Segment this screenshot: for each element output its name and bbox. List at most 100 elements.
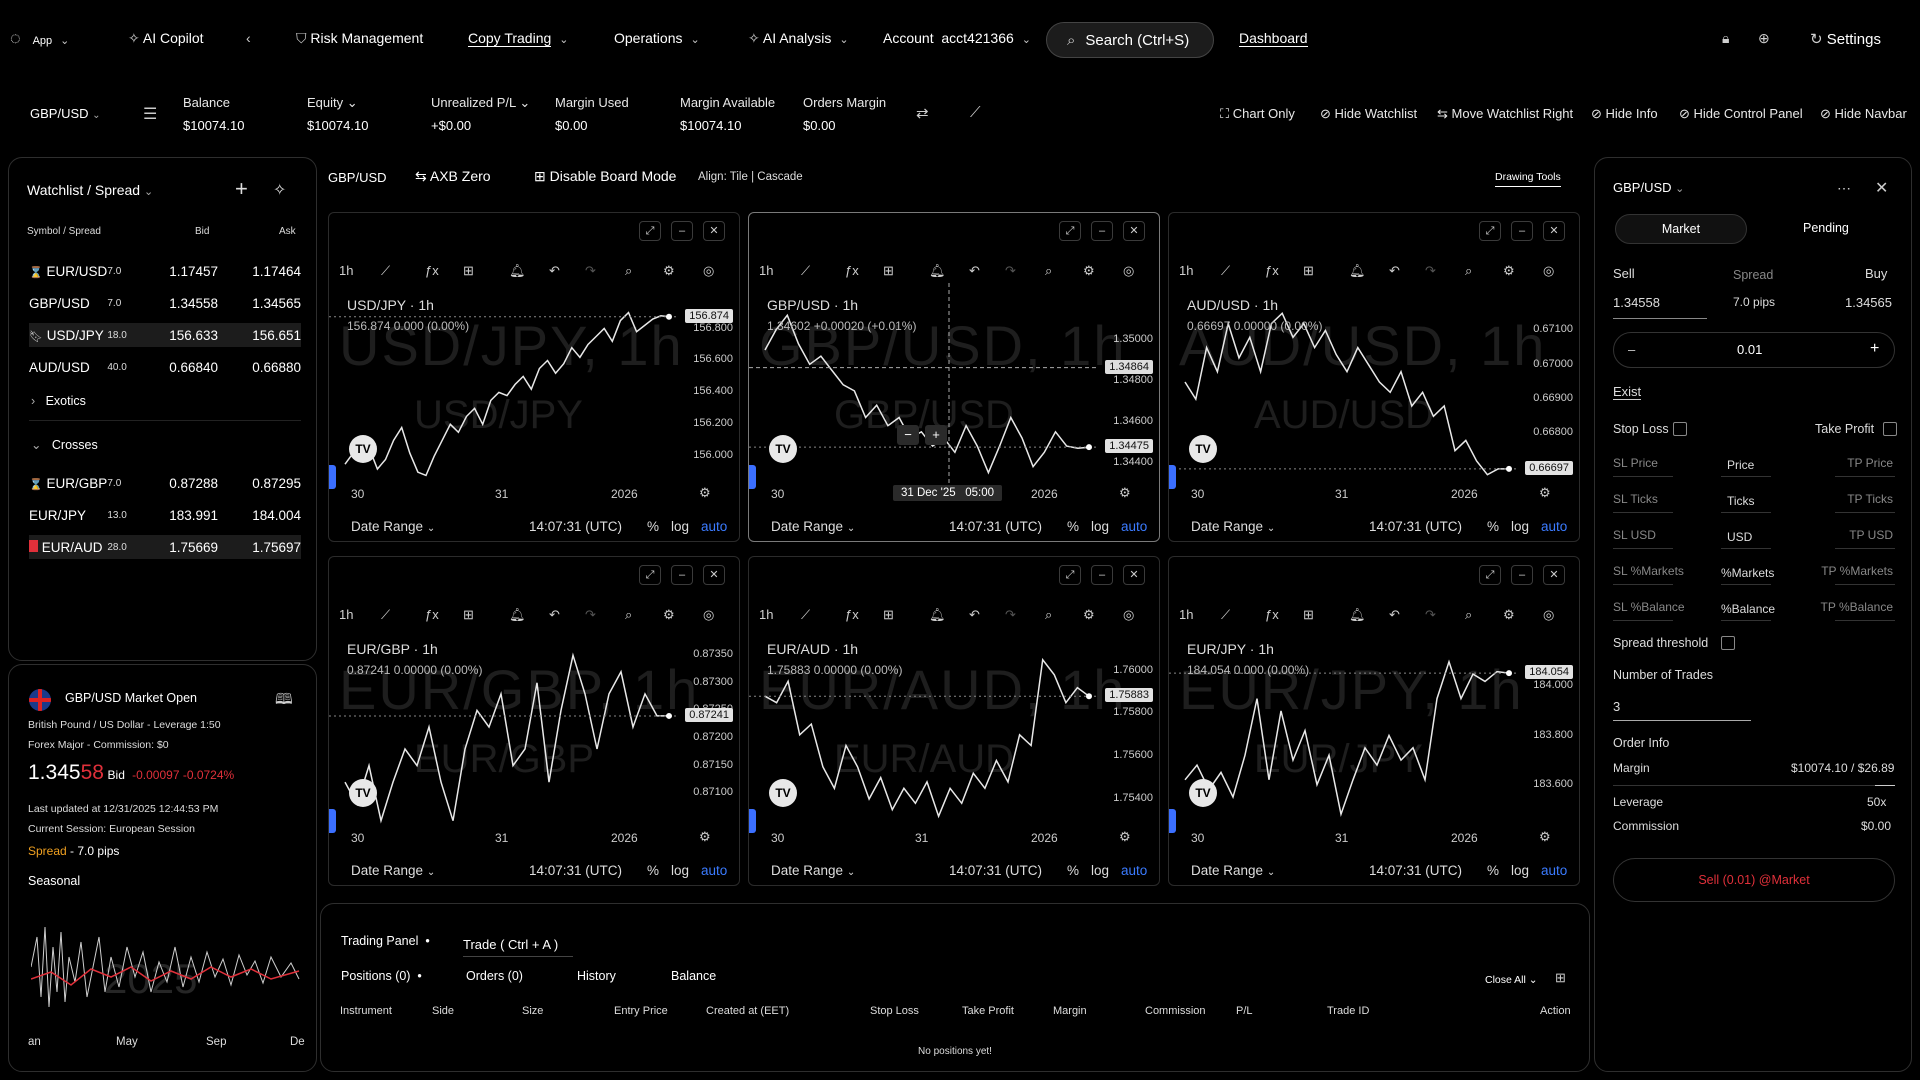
chart-cell[interactable]: ⤢ – ✕ 1h ⟋ ƒx ⊞ 🔔︎ ↶ ↷ ⌕ ⚙ ◎ AUD/USD, 1h AUD/USD … (1168, 212, 1580, 542)
percent-toggle[interactable]: % (647, 863, 659, 878)
unit-selector[interactable]: Ticks (1727, 494, 1755, 508)
align-cascade[interactable]: Cascade (757, 171, 802, 183)
stop-loss-checkbox[interactable] (1673, 422, 1687, 436)
trade-tab[interactable]: Trade ( Ctrl + A ) (463, 937, 573, 957)
sl-field[interactable]: SL Ticks (1613, 492, 1658, 506)
board-symbol[interactable]: GBP/USD (328, 170, 387, 185)
watchlist-row[interactable]: ⌛ EUR/GBP 7.0 0.87288 0.87295 (29, 471, 301, 495)
chart-settings-icon[interactable]: ⚙ (1539, 485, 1551, 501)
orders-tab[interactable]: Orders (0) (466, 969, 523, 983)
watchlist-row[interactable]: EUR/AUD 28.0 1.75669 1.75697 (29, 535, 301, 559)
auto-toggle[interactable]: auto (701, 863, 727, 878)
app-menu[interactable]: ◌ App ⌄ (10, 28, 69, 49)
drawing-sidebar-tab[interactable] (1169, 809, 1176, 833)
buy-price[interactable]: 1.34565 (1845, 295, 1892, 310)
spread-threshold-checkbox[interactable] (1721, 636, 1735, 650)
order-symbol-selector[interactable]: GBP/USD ⌄ (1613, 180, 1684, 195)
hide-control-panel-button[interactable]: ⊘ Hide Control Panel (1679, 106, 1803, 122)
tp-field[interactable]: TP USD (1849, 528, 1893, 542)
upl-label[interactable]: Unrealized P/L ⌄ (431, 95, 530, 111)
close-icon[interactable]: ✕ (1875, 178, 1888, 198)
log-toggle[interactable]: log (671, 519, 689, 534)
hide-navbar-button[interactable]: ⊘ Hide Navbar (1820, 106, 1907, 122)
tradingview-logo[interactable]: TV (349, 435, 377, 463)
submit-order-button[interactable]: Sell (0.01) @Market (1613, 858, 1895, 902)
lock-button[interactable]: 🔒︎ (1722, 30, 1729, 47)
log-toggle[interactable]: log (671, 863, 689, 878)
chart-settings-icon[interactable]: ⚙ (1119, 485, 1131, 501)
auto-toggle[interactable]: auto (1121, 519, 1147, 534)
move-watchlist-button[interactable]: ⇆ Move Watchlist Right (1437, 106, 1573, 122)
chart-only-button[interactable]: ⛶ Chart Only (1220, 106, 1295, 122)
exist-button[interactable]: Exist (1613, 384, 1642, 400)
filter-icon[interactable]: ☰ (143, 104, 157, 124)
zoom-out-button[interactable]: − (897, 425, 919, 445)
log-toggle[interactable]: log (1511, 519, 1529, 534)
watchlist-title[interactable]: Watchlist / Spread ⌄ (27, 182, 153, 198)
watchlist-row[interactable]: EUR/JPY 13.0 183.991 184.004 (29, 503, 301, 527)
tp-field[interactable]: TP Price (1847, 456, 1893, 470)
chart-icon[interactable]: ⟋ (970, 104, 981, 121)
tradingview-logo[interactable]: TV (349, 779, 377, 807)
sell-price[interactable]: 1.34558 (1613, 295, 1660, 310)
watchlist-row[interactable]: AUD/USD 40.0 0.66840 0.66880 (29, 355, 301, 379)
decrease-button[interactable]: – (1628, 342, 1635, 357)
auto-toggle[interactable]: auto (1541, 519, 1567, 534)
drawing-sidebar-tab[interactable] (749, 465, 756, 489)
tp-field[interactable]: TP %Markets (1821, 564, 1893, 578)
axb-zero-button[interactable]: ⇆ AXB Zero (415, 168, 491, 185)
operations-menu[interactable]: Operations ⌄ (614, 30, 700, 46)
tradingview-logo[interactable]: TV (1189, 779, 1217, 807)
drawing-sidebar-tab[interactable] (329, 809, 336, 833)
layout-toggle-icon[interactable]: ⇄ (916, 104, 929, 122)
auto-toggle[interactable]: auto (1121, 863, 1147, 878)
unit-selector[interactable]: %Markets (1721, 566, 1774, 580)
balance-tab[interactable]: Balance (671, 969, 716, 983)
add-icon[interactable]: + (235, 176, 248, 202)
language-button[interactable]: ⊕ (1758, 30, 1770, 47)
sl-field[interactable]: SL %Markets (1613, 564, 1684, 578)
auto-toggle[interactable]: auto (701, 519, 727, 534)
percent-toggle[interactable]: % (647, 519, 659, 534)
exotics-group[interactable]: › Exotics (31, 394, 86, 408)
unit-selector[interactable]: Price (1727, 458, 1754, 472)
settings-button[interactable]: ↻ Settings (1810, 30, 1881, 48)
pending-tab[interactable]: Pending (1803, 221, 1849, 235)
tradingview-logo[interactable]: TV (769, 779, 797, 807)
crosses-group[interactable]: ⌄ Crosses (31, 437, 98, 452)
more-icon[interactable]: ⋯ (1837, 180, 1851, 197)
dashboard-link[interactable]: Dashboard (1239, 30, 1308, 47)
quantity-stepper[interactable]: – 0.01 + (1613, 332, 1895, 368)
grid-icon[interactable]: ⊞ (1555, 970, 1566, 986)
drawing-tools-button[interactable]: Drawing Tools (1495, 171, 1561, 187)
drawing-sidebar-tab[interactable] (1169, 465, 1176, 489)
chart-settings-icon[interactable]: ⚙ (1119, 829, 1131, 845)
chart-cell[interactable]: ⤢ – ✕ 1h ⟋ ƒx ⊞ 🔔︎ ↶ ↷ ⌕ ⚙ ◎ EUR/JPY, 1h EUR/JPY … (1168, 556, 1580, 886)
watchlist-row[interactable]: GBP/USD 7.0 1.34558 1.34565 (29, 291, 301, 315)
sl-field[interactable]: SL USD (1613, 528, 1656, 542)
chart-cell[interactable]: ⤢ – ✕ 1h ⟋ ƒx ⊞ 🔔︎ ↶ ↷ ⌕ ⚙ ◎ EUR/GBP, 1h EUR/GBP … (328, 556, 740, 886)
date-range-button[interactable]: Date Range ⌄ (1191, 863, 1275, 878)
chart-settings-icon[interactable]: ⚙ (699, 485, 711, 501)
take-profit-checkbox[interactable] (1883, 422, 1897, 436)
chart-cell[interactable]: ⤢ – ✕ 1h ⟋ ƒx ⊞ 🔔︎ ↶ ↷ ⌕ ⚙ ◎ GBP/USD, 1h GBP/USD … (748, 212, 1160, 542)
number-of-trades-input[interactable]: 3 (1613, 699, 1620, 714)
chart-settings-icon[interactable]: ⚙ (699, 829, 711, 845)
search-button[interactable]: ⌕ Search (Ctrl+S) (1046, 22, 1214, 58)
date-range-button[interactable]: Date Range ⌄ (1191, 519, 1275, 534)
sl-field[interactable]: SL Price (1613, 456, 1658, 470)
account-menu[interactable]: Account acct421366 ⌄ (883, 30, 1031, 46)
hide-watchlist-button[interactable]: ⊘ Hide Watchlist (1320, 106, 1417, 122)
tradingview-logo[interactable]: TV (769, 435, 797, 463)
market-tab[interactable]: Market (1615, 214, 1747, 244)
symbol-selector[interactable]: GBP/USD ⌄ (30, 106, 101, 121)
positions-tab[interactable]: Positions (0) • (341, 969, 422, 983)
sl-field[interactable]: SL %Balance (1613, 600, 1685, 614)
tp-field[interactable]: TP Ticks (1847, 492, 1893, 506)
increase-button[interactable]: + (1870, 340, 1879, 358)
collapse-nav-button[interactable]: ‹ (246, 30, 251, 46)
log-toggle[interactable]: log (1511, 863, 1529, 878)
date-range-button[interactable]: Date Range ⌄ (351, 519, 435, 534)
tp-field[interactable]: TP %Balance (1821, 600, 1894, 614)
unit-selector[interactable]: %Balance (1721, 602, 1775, 616)
